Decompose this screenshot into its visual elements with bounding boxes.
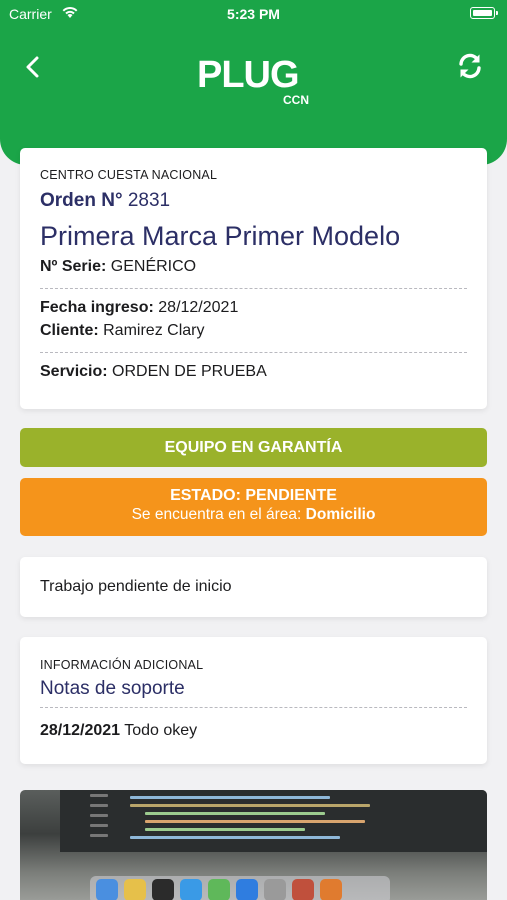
status-title: ESTADO: PENDIENTE	[170, 487, 337, 504]
support-notes-title: Notas de soporte	[40, 678, 185, 699]
client-value: Ramirez Clary	[103, 322, 205, 339]
status-bar: Carrier 5:23 PM	[0, 0, 507, 28]
clock: 5:23 PM	[227, 6, 280, 22]
intake-date-label: Fecha ingreso:	[40, 299, 154, 316]
photo-dock-app-icon	[320, 879, 342, 900]
back-button[interactable]	[20, 52, 48, 82]
attachment-photo[interactable]	[20, 790, 487, 900]
service-row: Servicio: ORDEN DE PRUEBA	[40, 363, 467, 381]
photo-code-screen	[60, 790, 487, 852]
status-area: Se encuentra en el área: Domicilio	[20, 505, 487, 525]
photo-dock-app-icon	[180, 879, 202, 900]
chevron-left-icon	[26, 56, 39, 78]
refresh-icon	[459, 53, 481, 79]
logo-text: PLUG	[197, 54, 300, 96]
client-label: Cliente:	[40, 322, 99, 339]
status-area-value: Domicilio	[305, 506, 376, 523]
order-number-value: 2831	[127, 190, 171, 211]
photo-dock-app-icon	[96, 879, 118, 900]
intake-date-value: 28/12/2021	[158, 299, 239, 316]
battery-icon	[470, 7, 498, 19]
divider	[40, 352, 467, 353]
device-model: Primera Marca Primer Modelo	[40, 221, 401, 251]
service-label: Servicio:	[40, 363, 108, 380]
photo-dock-app-icon	[292, 879, 314, 900]
photo-dock-app-icon	[208, 879, 230, 900]
photo-dock-app-icon	[236, 879, 258, 900]
note-text: Todo okey	[124, 722, 198, 739]
status-banner: ESTADO: PENDIENTE Se encuentra en el áre…	[20, 478, 487, 536]
app-logo: PLUG CCN	[197, 56, 311, 110]
divider	[40, 707, 467, 708]
photo-dock-app-icon	[124, 879, 146, 900]
serial-value: GENÉRICO	[110, 258, 197, 275]
note-date: 28/12/2021	[40, 722, 121, 739]
serial-row: Nº Serie: GENÉRICO	[40, 258, 467, 276]
work-status-text: Trabajo pendiente de inicio	[40, 578, 232, 595]
order-number-label: Orden N°	[40, 190, 123, 211]
divider	[40, 288, 467, 289]
photo-dock-app-icon	[152, 879, 174, 900]
client-row: Cliente: Ramirez Clary	[40, 322, 467, 340]
order-number: Orden N° 2831	[40, 190, 467, 212]
service-value: ORDEN DE PRUEBA	[112, 363, 267, 380]
work-status-card: Trabajo pendiente de inicio	[20, 557, 487, 617]
status-area-prefix: Se encuentra en el área:	[131, 506, 302, 523]
note-entry: 28/12/2021 Todo okey	[40, 722, 467, 740]
intake-date-row: Fecha ingreso: 28/12/2021	[40, 299, 467, 317]
logo-subtext: CCN	[283, 93, 309, 107]
service-center-name: CENTRO CUESTA NACIONAL	[40, 168, 218, 182]
photo-dock-app-icon	[264, 879, 286, 900]
serial-label: Nº Serie:	[40, 258, 107, 275]
warranty-banner: EQUIPO EN GARANTÍA	[20, 428, 487, 467]
additional-info-label: INFORMACIÓN ADICIONAL	[40, 658, 204, 672]
additional-info-card: INFORMACIÓN ADICIONAL Notas de soporte 2…	[20, 637, 487, 764]
order-card: CENTRO CUESTA NACIONAL Orden N° 2831 Pri…	[20, 148, 487, 409]
refresh-button[interactable]	[455, 51, 485, 81]
